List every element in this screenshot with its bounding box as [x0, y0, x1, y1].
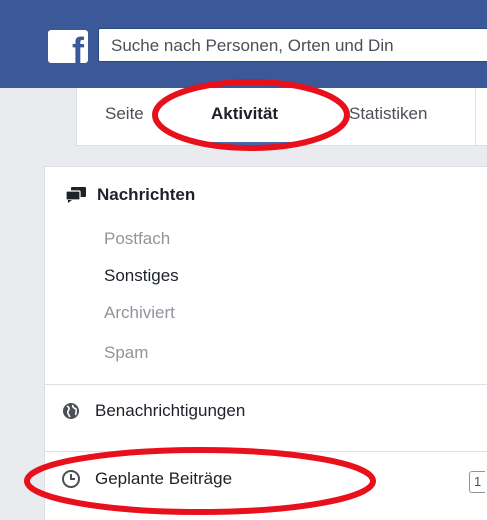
section-divider [45, 384, 487, 385]
sidebar-item-benachrichtigungen[interactable]: Benachrichtigungen [61, 401, 245, 421]
sidebar-item-archiviert[interactable]: Archiviert [104, 303, 175, 323]
sidebar-item-postfach[interactable]: Postfach [104, 229, 170, 249]
sidebar-item-geplante-beitraege[interactable]: Geplante Beiträge [61, 469, 232, 489]
section-divider [45, 451, 487, 452]
globe-icon [63, 403, 79, 419]
sidebar-item-spam[interactable]: Spam [104, 343, 148, 363]
page-tabs: Seite Aktivität Statistiken [76, 88, 487, 146]
benachrichtigungen-label: Benachrichtigungen [95, 401, 246, 420]
clock-icon [62, 470, 80, 488]
count-badge: 1 [469, 471, 485, 493]
active-tab-indicator [205, 142, 301, 145]
tab-statistiken[interactable]: Statistiken [349, 104, 427, 124]
tab-seite[interactable]: Seite [105, 104, 144, 124]
messages-icon [65, 187, 86, 203]
tab-aktivitaet[interactable]: Aktivität [211, 104, 278, 124]
search-placeholder: Suche nach Personen, Orten und Din [111, 36, 394, 55]
search-input[interactable]: Suche nach Personen, Orten und Din [98, 28, 487, 62]
activity-sidebar: Nachrichten Postfach Sonstiges Archivier… [44, 166, 487, 520]
sidebar-item-sonstiges[interactable]: Sonstiges [104, 266, 179, 286]
top-navigation-bar: f Suche nach Personen, Orten und Din [0, 0, 487, 88]
facebook-logo-icon[interactable]: f [48, 30, 88, 63]
geplante-beitraege-label: Geplante Beiträge [95, 469, 233, 488]
tab-divider [475, 88, 476, 146]
count-badge-value: 1 [474, 474, 482, 489]
messages-title: Nachrichten [97, 185, 196, 204]
messages-section-header[interactable]: Nachrichten [65, 185, 195, 205]
